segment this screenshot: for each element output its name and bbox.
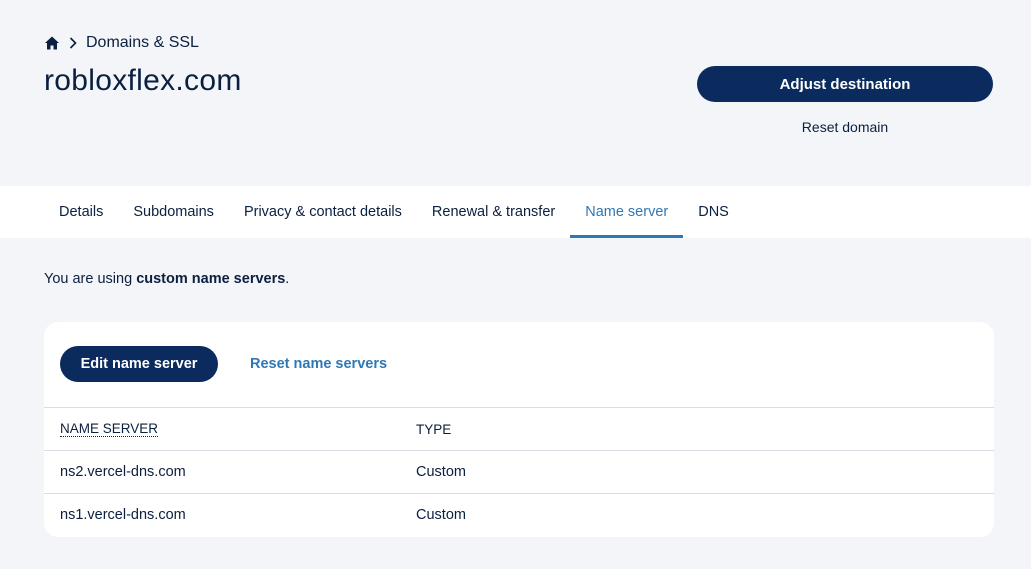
tab-details[interactable]: Details [44, 186, 118, 238]
status-suffix: . [285, 271, 290, 287]
column-header-name-server[interactable]: NAME SERVER [60, 421, 159, 437]
edit-name-server-button[interactable]: Edit name server [60, 346, 218, 382]
tab-subdomains[interactable]: Subdomains [118, 186, 229, 238]
name-server-card: Edit name server Reset name servers NAME… [44, 322, 994, 537]
tab-dns[interactable]: DNS [683, 186, 744, 238]
reset-name-servers-link[interactable]: Reset name servers [250, 356, 387, 372]
name-server-type: Custom [416, 464, 466, 480]
table-row: ns1.vercel-dns.com Custom [44, 493, 994, 536]
table-header-row: NAME SERVER TYPE [44, 407, 994, 450]
status-emphasis: custom name servers [136, 271, 286, 287]
name-server-value: ns1.vercel-dns.com [60, 507, 186, 523]
chevron-right-icon [68, 36, 78, 50]
reset-domain-link[interactable]: Reset domain [697, 119, 993, 135]
name-server-status-text: You are using custom name servers. [44, 271, 289, 287]
home-icon[interactable] [44, 35, 60, 51]
tab-renewal-transfer[interactable]: Renewal & transfer [417, 186, 570, 238]
breadcrumb: Domains & SSL [44, 34, 199, 52]
name-server-table: NAME SERVER TYPE ns2.vercel-dns.com Cust… [44, 407, 994, 536]
tab-privacy-contact-details[interactable]: Privacy & contact details [229, 186, 417, 238]
header-cell-name: NAME SERVER [44, 421, 416, 437]
page-title: robloxflex.com [44, 64, 242, 97]
status-prefix: You are using [44, 271, 137, 287]
card-actions: Edit name server Reset name servers [60, 346, 387, 382]
tab-name-server[interactable]: Name server [570, 186, 684, 238]
adjust-destination-button[interactable]: Adjust destination [697, 66, 993, 102]
breadcrumb-domains-ssl[interactable]: Domains & SSL [86, 34, 199, 52]
column-header-type: TYPE [416, 421, 452, 437]
page: Domains & SSL robloxflex.com Adjust dest… [0, 0, 1031, 569]
name-server-type: Custom [416, 507, 466, 523]
table-row: ns2.vercel-dns.com Custom [44, 450, 994, 493]
name-server-value: ns2.vercel-dns.com [60, 464, 186, 480]
tab-bar: Details Subdomains Privacy & contact det… [0, 186, 1031, 238]
